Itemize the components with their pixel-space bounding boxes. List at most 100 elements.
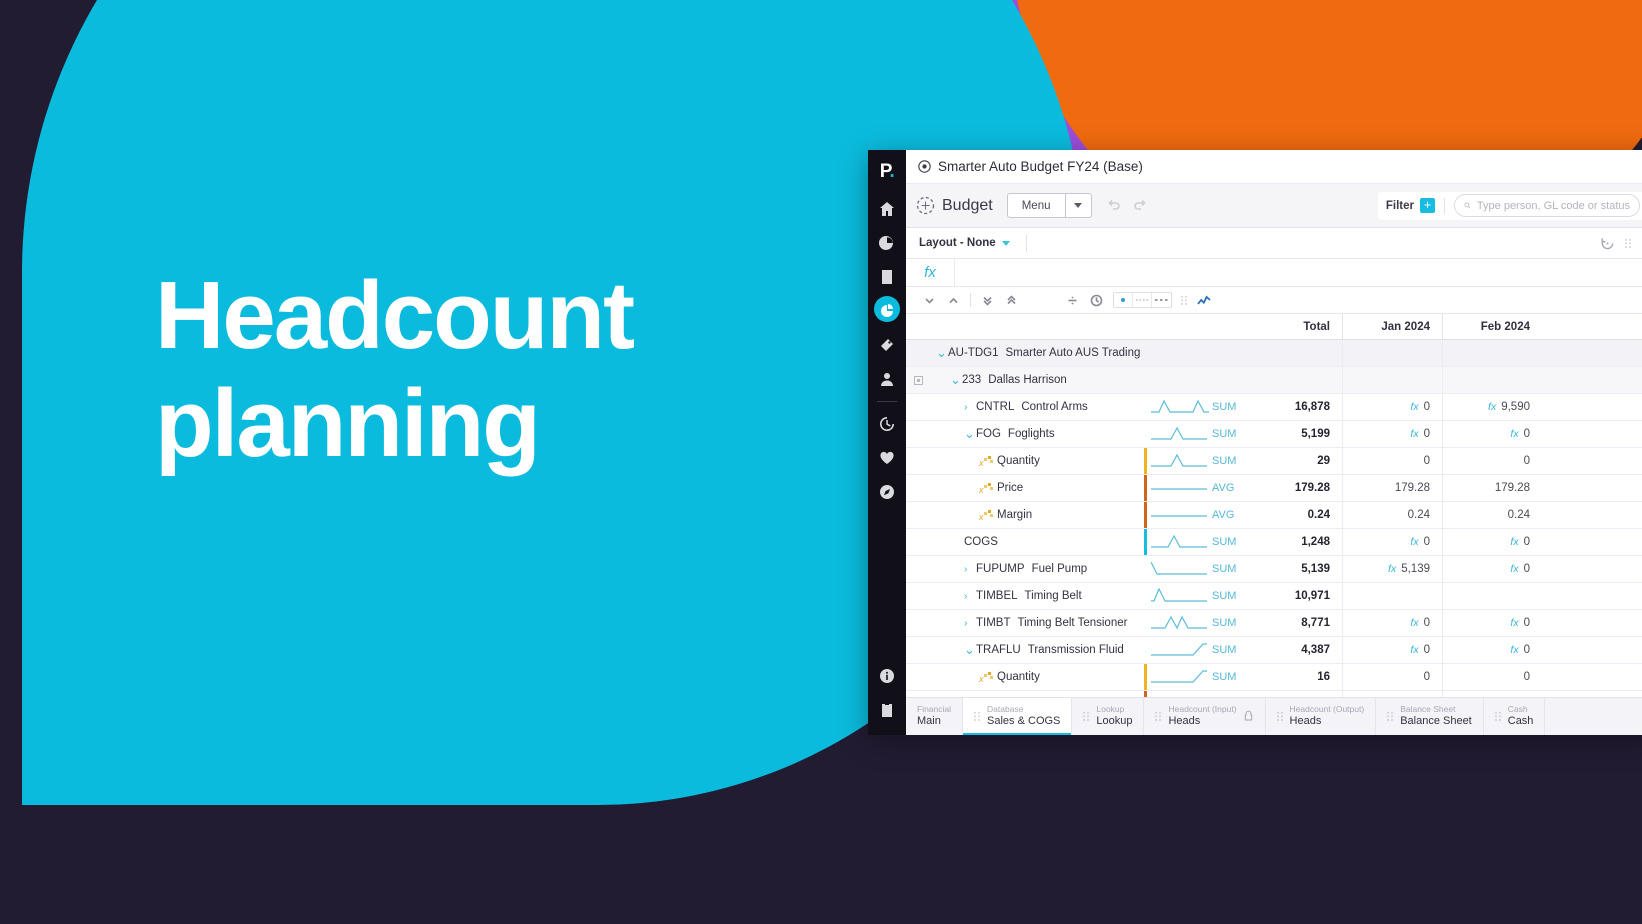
total-cell[interactable]: 5,139	[1258, 563, 1342, 575]
feb-2024-cell[interactable]: fx 0	[1442, 556, 1542, 582]
chevron-down-icon[interactable]	[1001, 240, 1010, 246]
jan-2024-cell[interactable]: 274.17	[1342, 691, 1442, 697]
expand-toggle-icon[interactable]: ›	[964, 618, 976, 629]
jan-2024-cell[interactable]	[1342, 340, 1442, 366]
divide-icon[interactable]	[1065, 293, 1080, 308]
tab-cash[interactable]: Cash Cash	[1484, 698, 1546, 735]
ledger-icon[interactable]	[872, 260, 902, 293]
feb-2024-cell[interactable]: 274.17	[1442, 691, 1542, 697]
jan-2024-cell[interactable]: fx 0	[1342, 529, 1442, 555]
column-header-jan-2024[interactable]: Jan 2024	[1342, 314, 1442, 339]
jan-2024-cell[interactable]: fx 0	[1342, 421, 1442, 447]
tab-main[interactable]: Financial Main	[906, 698, 964, 735]
table-row[interactable]: › CNTRL Control Arms SUM 16,878 fx 0 fx 9,590	[906, 394, 1642, 421]
table-row[interactable]: ⌄ TRAFLU Transmission Fluid SUM 4,387 fx 0 fx 0	[906, 637, 1642, 664]
feb-2024-cell[interactable]: fx 0	[1442, 529, 1542, 555]
table-row[interactable]: ⌄ 233 Dallas Harrison	[906, 367, 1642, 394]
person-icon[interactable]	[872, 362, 902, 395]
jan-2024-cell[interactable]: 0	[1342, 448, 1442, 474]
feb-2024-cell[interactable]: fx 0	[1442, 637, 1542, 663]
row-label-cell[interactable]: ⌄ 233 Dallas Harrison	[906, 367, 1144, 393]
row-label-cell[interactable]: › CNTRL Control Arms	[906, 394, 1144, 420]
expand-toggle-icon[interactable]: ›	[964, 564, 976, 575]
feb-2024-cell[interactable]: fx 0	[1442, 421, 1542, 447]
sparkline-icon[interactable]	[1197, 293, 1212, 308]
table-row[interactable]: Quantity SUM 29 0 0	[906, 448, 1642, 475]
table-row[interactable]: Price AVG 179.28 179.28 179.28	[906, 475, 1642, 502]
tab-heads[interactable]: Headcount (Input) Heads	[1144, 698, 1266, 735]
chevron-down-icon[interactable]	[922, 293, 937, 308]
total-cell[interactable]: 4,387	[1258, 644, 1342, 656]
drag-handle-icon[interactable]	[1276, 711, 1284, 722]
feb-2024-cell[interactable]	[1442, 583, 1542, 609]
drag-handle-icon[interactable]	[974, 711, 981, 722]
drag-handle-icon[interactable]	[1083, 711, 1090, 722]
collapse-all-icon[interactable]	[980, 293, 995, 308]
jan-2024-cell[interactable]	[1342, 583, 1442, 609]
tab-sales-cogs[interactable]: Database Sales & COGS	[963, 698, 1073, 735]
chevron-up-icon[interactable]	[946, 293, 961, 308]
tab-lookup[interactable]: Lookup Lookup	[1072, 698, 1145, 735]
feb-2024-cell[interactable]: 0	[1442, 448, 1542, 474]
jan-2024-cell[interactable]: fx 0	[1342, 637, 1442, 663]
drag-handle-icon[interactable]	[1181, 294, 1188, 306]
table-row[interactable]: COGS SUM 1,248 fx 0 fx 0	[906, 529, 1642, 556]
table-row[interactable]: ⌄ FOG Foglights SUM 5,199 fx 0 fx 0	[906, 421, 1642, 448]
column-header-total[interactable]: Total	[1258, 321, 1342, 333]
add-filter-button[interactable]: +	[1420, 198, 1435, 213]
table-row[interactable]: Margin AVG 0.24 0.24 0.24	[906, 502, 1642, 529]
row-label-cell[interactable]: › FUPUMP Fuel Pump	[906, 556, 1144, 582]
row-select-handle[interactable]	[914, 375, 923, 385]
table-row[interactable]: ⌄ AU-TDG1 Smarter Auto AUS Trading	[906, 340, 1642, 367]
jan-2024-cell[interactable]: 0	[1342, 664, 1442, 690]
line-style-solid-dot[interactable]	[1114, 293, 1133, 307]
collapse-toggle-icon[interactable]: ⌄	[950, 373, 962, 386]
jan-2024-cell[interactable]: fx 0	[1342, 394, 1442, 420]
expand-toggle-icon[interactable]: ›	[964, 591, 976, 602]
sidebar-item-budget[interactable]	[872, 294, 902, 327]
row-label-cell[interactable]: Margin	[906, 502, 1144, 528]
line-style-dashed[interactable]	[1152, 293, 1171, 307]
table-row[interactable]: › TIMBEL Timing Belt SUM 10,971	[906, 583, 1642, 610]
search-input[interactable]: Type person, GL code or status	[1477, 200, 1630, 212]
feb-2024-cell[interactable]: fx 0	[1442, 610, 1542, 636]
row-label-cell[interactable]: COGS	[906, 529, 1144, 555]
search-box[interactable]: Type person, GL code or status	[1454, 194, 1640, 217]
total-cell[interactable]: 16,878	[1258, 401, 1342, 413]
clock-icon[interactable]	[1089, 293, 1104, 308]
feb-2024-cell[interactable]: 0.24	[1442, 502, 1542, 528]
row-label-cell[interactable]: ⌄ FOG Foglights	[906, 421, 1144, 447]
pie-chart-icon[interactable]	[872, 226, 902, 259]
expand-toggle-icon[interactable]: ›	[964, 402, 976, 413]
drag-handle-icon[interactable]	[1624, 237, 1632, 249]
clipboard-icon[interactable]	[872, 693, 902, 726]
drag-handle-icon[interactable]	[1494, 711, 1502, 722]
column-header-feb-2024[interactable]: Feb 2024	[1442, 314, 1542, 339]
menu-dropdown-button[interactable]	[1064, 194, 1091, 217]
jan-2024-cell[interactable]: 179.28	[1342, 475, 1442, 501]
history-icon[interactable]	[872, 407, 902, 440]
total-cell[interactable]: 5,199	[1258, 428, 1342, 440]
fx-label[interactable]: fx	[906, 264, 954, 281]
collapse-toggle-icon[interactable]: ⌄	[964, 427, 976, 440]
table-row[interactable]: › TIMBT Timing Belt Tensioner SUM 8,771 fx 0 fx…	[906, 610, 1642, 637]
row-label-cell[interactable]: Price	[906, 691, 1144, 697]
drag-handle-icon[interactable]	[1155, 711, 1162, 722]
heart-icon[interactable]	[872, 441, 902, 474]
table-row[interactable]: › FUPUMP Fuel Pump SUM 5,139 fx 5,139 fx 0	[906, 556, 1642, 583]
feb-2024-cell[interactable]: fx 9,590	[1442, 394, 1542, 420]
jan-2024-cell[interactable]: 0.24	[1342, 502, 1442, 528]
feb-2024-cell[interactable]: 179.28	[1442, 475, 1542, 501]
collapse-toggle-icon[interactable]: ⌄	[936, 346, 948, 359]
row-label-cell[interactable]: Quantity	[906, 448, 1144, 474]
collapse-toggle-icon[interactable]: ⌄	[964, 643, 976, 656]
jan-2024-cell[interactable]: fx 5,139	[1342, 556, 1442, 582]
total-cell[interactable]: 16	[1258, 671, 1342, 683]
expand-all-icon[interactable]	[1004, 293, 1019, 308]
redo-icon[interactable]	[1132, 195, 1148, 216]
row-label-cell[interactable]: › TIMBEL Timing Belt	[906, 583, 1144, 609]
total-cell[interactable]: 1,248	[1258, 536, 1342, 548]
total-cell[interactable]: 29	[1258, 455, 1342, 467]
home-icon[interactable]	[872, 192, 902, 225]
menu-button[interactable]: Menu	[1008, 194, 1065, 217]
